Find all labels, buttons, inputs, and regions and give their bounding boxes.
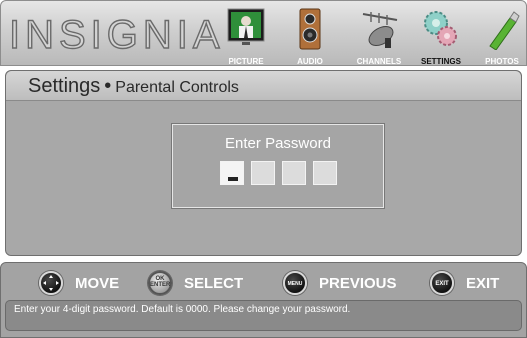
input-cursor: [228, 177, 238, 181]
menu-label-channels: CHANNELS: [356, 57, 402, 66]
exit-label: EXIT: [466, 275, 500, 292]
password-digit-2[interactable]: [251, 161, 275, 185]
settings-panel: Settings • Parental Controls Enter Passwor…: [5, 70, 522, 256]
main-menu-bar: INSIGNIA PICTURE AUDIO CHANNELS SETTINGS…: [0, 0, 527, 66]
ok-enter-button-icon: OK ENTER: [148, 271, 172, 295]
menu-button-icon: MENU: [283, 271, 307, 295]
panel-header: Settings • Parental Controls: [6, 71, 521, 101]
menu-label-photos: PHOTOS: [485, 57, 519, 66]
menu-item-settings[interactable]: SETTINGS: [410, 4, 472, 68]
breadcrumb-separator: •: [104, 75, 112, 97]
picture-icon: [227, 8, 265, 53]
password-digit-4[interactable]: [313, 161, 337, 185]
menu-label-settings: SETTINGS: [420, 57, 461, 66]
password-digit-1[interactable]: [220, 161, 244, 185]
menu-label-picture: PICTURE: [228, 57, 264, 66]
speaker-icon: [299, 8, 321, 55]
select-label: SELECT: [184, 275, 244, 292]
exit-button-icon: EXIT: [430, 271, 454, 295]
dpad-icon: [39, 271, 63, 295]
menu-label-audio: AUDIO: [297, 57, 323, 66]
password-dialog-title: Enter Password: [225, 135, 331, 152]
ok-enter-button-text: OK ENTER: [150, 276, 171, 288]
menu-item-channels[interactable]: CHANNELS: [345, 4, 413, 68]
breadcrumb-section: Settings: [28, 75, 101, 97]
exit-button-text: EXIT: [435, 281, 449, 287]
previous-label: PREVIOUS: [319, 275, 397, 292]
breadcrumb: Settings • Parental Controls: [28, 75, 239, 98]
help-text: Enter your 4-digit password. Default is …: [14, 304, 351, 315]
menu-item-audio[interactable]: AUDIO: [279, 4, 341, 68]
satellite-dish-icon: [357, 8, 401, 55]
move-label: MOVE: [75, 275, 120, 292]
gears-icon: [421, 8, 461, 53]
password-dialog: Enter Password: [172, 124, 384, 208]
breadcrumb-page: Parental Controls: [115, 79, 239, 96]
menu-button-text: MENU: [287, 281, 303, 287]
password-digit-3[interactable]: [282, 161, 306, 185]
help-text-box: Enter your 4-digit password. Default is …: [5, 300, 522, 331]
usb-stick-icon: [484, 8, 520, 55]
menu-item-photos[interactable]: PHOTOS: [471, 4, 527, 68]
menu-item-picture[interactable]: PICTURE: [215, 4, 277, 68]
insignia-logo: INSIGNIA: [8, 12, 225, 57]
